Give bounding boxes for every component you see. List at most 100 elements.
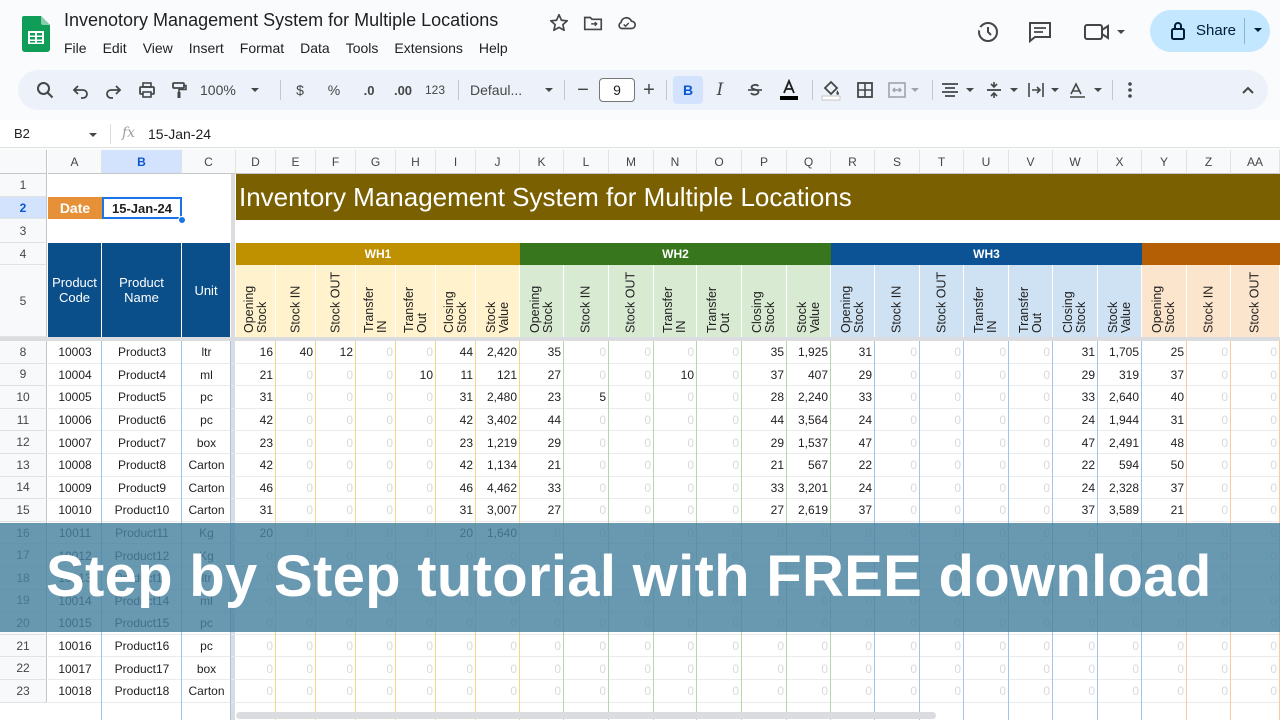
vertical-align-icon[interactable] — [982, 76, 1022, 104]
stock-cell[interactable]: 0 — [964, 341, 1006, 364]
column-header-a[interactable]: A — [48, 150, 102, 174]
stock-cell[interactable]: 0 — [920, 454, 961, 477]
stock-cell[interactable]: 42 — [236, 409, 273, 432]
horizontal-align-icon[interactable] — [938, 76, 978, 104]
stock-cell[interactable]: 0 — [316, 364, 353, 387]
menu-help[interactable]: Help — [479, 38, 516, 58]
stock-cell[interactable]: 0 — [964, 635, 1006, 658]
comments-icon[interactable] — [1026, 18, 1054, 46]
percent-format-button[interactable]: % — [324, 76, 344, 104]
stock-cell[interactable]: 0 — [276, 635, 313, 658]
move-folder-icon[interactable] — [582, 12, 604, 34]
menu-data[interactable]: Data — [300, 38, 338, 58]
stock-cell[interactable]: 0 — [1231, 499, 1277, 522]
stock-cell[interactable]: 0 — [356, 386, 393, 409]
stock-cell[interactable]: 3,402 — [476, 409, 517, 432]
stock-cell[interactable]: 0 — [609, 364, 651, 387]
stock-cell[interactable]: 0 — [1053, 680, 1095, 703]
stock-cell[interactable]: 594 — [1098, 454, 1139, 477]
select-all-corner[interactable] — [0, 150, 47, 174]
stock-cell[interactable]: 0 — [564, 409, 606, 432]
stock-cell[interactable]: 33 — [831, 386, 872, 409]
product-name-cell[interactable]: Product17 — [102, 657, 182, 680]
row-header-5[interactable]: 5 — [0, 265, 47, 337]
meet-video-icon[interactable] — [1082, 18, 1128, 46]
product-code-cell[interactable]: 10016 — [48, 635, 102, 658]
subheader-opening-stock[interactable]: Opening Stock — [831, 265, 875, 337]
stock-cell[interactable]: 10 — [654, 364, 694, 387]
stock-cell[interactable]: 0 — [609, 409, 651, 432]
zoom-select[interactable]: 100% — [200, 76, 264, 104]
subheader-closing-stock[interactable]: Closing Stock — [1053, 265, 1098, 337]
product-name-cell[interactable]: Product16 — [102, 635, 182, 658]
stock-cell[interactable]: 0 — [1187, 657, 1228, 680]
column-header-d[interactable]: D — [236, 150, 276, 174]
row-header-4[interactable]: 4 — [0, 243, 47, 265]
stock-cell[interactable]: 0 — [316, 477, 353, 500]
column-header-t[interactable]: T — [920, 150, 964, 174]
stock-cell[interactable]: 33 — [1053, 386, 1095, 409]
row-header-22[interactable]: 22 — [0, 657, 47, 680]
collapse-menus-icon[interactable] — [1236, 76, 1260, 104]
subheader-transfer-in[interactable]: Transfer IN — [654, 265, 697, 337]
stock-cell[interactable]: 28 — [742, 386, 784, 409]
strikethrough-icon[interactable] — [742, 76, 768, 104]
menu-format[interactable]: Format — [240, 38, 292, 58]
stock-cell[interactable]: 0 — [654, 409, 694, 432]
stock-cell[interactable]: 0 — [316, 657, 353, 680]
font-size-input[interactable]: 9 — [599, 78, 635, 102]
stock-cell[interactable]: 23 — [236, 431, 273, 454]
increase-font-size-button[interactable]: + — [640, 76, 658, 104]
stock-cell[interactable]: 0 — [875, 364, 917, 387]
stock-cell[interactable]: 23 — [520, 386, 561, 409]
stock-cell[interactable]: 0 — [276, 409, 313, 432]
stock-cell[interactable]: 0 — [1231, 635, 1277, 658]
stock-cell[interactable]: 0 — [356, 431, 393, 454]
stock-cell[interactable]: 0 — [920, 499, 961, 522]
column-header-p[interactable]: P — [742, 150, 787, 174]
menu-extensions[interactable]: Extensions — [394, 38, 470, 58]
stock-cell[interactable]: 0 — [609, 454, 651, 477]
stock-cell[interactable]: 0 — [356, 409, 393, 432]
column-header-n[interactable]: N — [654, 150, 697, 174]
spreadsheet-grid[interactable]: Inventory Management System for Multiple… — [0, 150, 1280, 720]
stock-cell[interactable]: 44 — [742, 409, 784, 432]
menu-edit[interactable]: Edit — [103, 38, 135, 58]
stock-cell[interactable]: 37 — [1142, 477, 1184, 500]
stock-cell[interactable]: 0 — [964, 409, 1006, 432]
borders-icon[interactable] — [852, 76, 878, 104]
stock-cell[interactable]: 0 — [1187, 635, 1228, 658]
stock-cell[interactable]: 37 — [742, 364, 784, 387]
product-code-cell[interactable]: 10006 — [48, 409, 102, 432]
stock-cell[interactable]: 0 — [697, 364, 739, 387]
product-name-cell[interactable]: Product5 — [102, 386, 182, 409]
stock-cell[interactable]: 2,480 — [476, 386, 517, 409]
stock-cell[interactable]: 0 — [609, 386, 651, 409]
stock-cell[interactable]: 0 — [875, 499, 917, 522]
stock-cell[interactable]: 0 — [697, 499, 739, 522]
row-header-13[interactable]: 13 — [0, 454, 47, 477]
subheader-stock-out[interactable]: Stock OUT — [316, 265, 356, 337]
stock-cell[interactable]: 0 — [316, 635, 353, 658]
stock-cell[interactable]: 3,564 — [787, 409, 828, 432]
stock-cell[interactable]: 0 — [396, 409, 433, 432]
stock-cell[interactable]: 0 — [236, 657, 273, 680]
stock-cell[interactable]: 0 — [742, 680, 784, 703]
subheader-opening-stock[interactable]: Opening Stock — [1142, 265, 1187, 337]
stock-cell[interactable]: 0 — [564, 680, 606, 703]
warehouse-header-wh2[interactable]: WH2 — [520, 243, 831, 265]
stock-cell[interactable]: 0 — [831, 635, 872, 658]
stock-cell[interactable]: 0 — [356, 680, 393, 703]
product-name-cell[interactable]: Product4 — [102, 364, 182, 387]
stock-cell[interactable]: 0 — [476, 635, 517, 658]
stock-cell[interactable]: 21 — [742, 454, 784, 477]
star-icon[interactable] — [548, 12, 570, 34]
stock-cell[interactable]: 0 — [520, 680, 561, 703]
row-header-3[interactable]: 3 — [0, 219, 47, 243]
horizontal-scrollbar[interactable] — [236, 712, 936, 719]
stock-cell[interactable]: 567 — [787, 454, 828, 477]
column-header-i[interactable]: I — [436, 150, 476, 174]
stock-cell[interactable]: 0 — [1231, 431, 1277, 454]
stock-cell[interactable]: 0 — [1187, 431, 1228, 454]
product-code-cell[interactable]: 10005 — [48, 386, 102, 409]
